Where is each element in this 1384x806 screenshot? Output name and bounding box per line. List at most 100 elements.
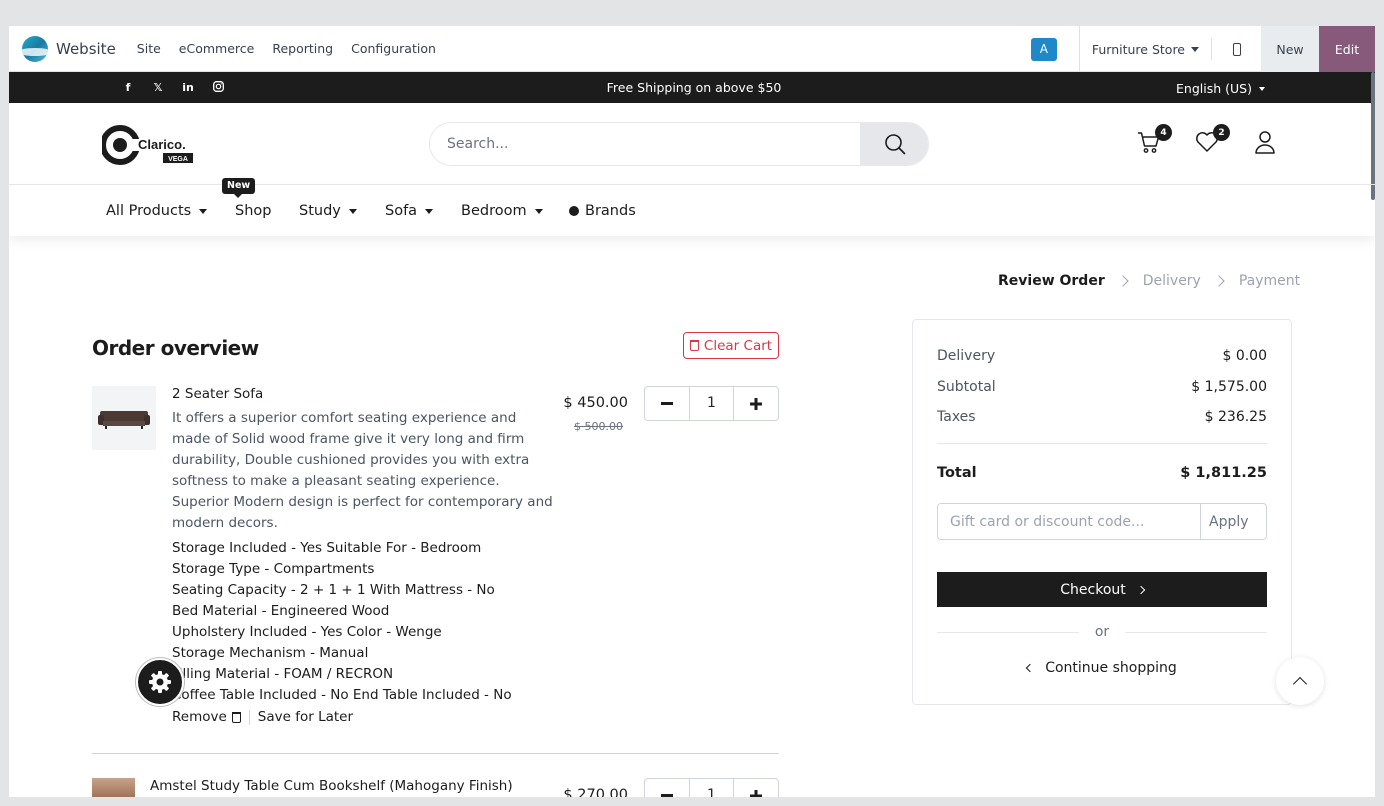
chevron-down-icon	[1258, 86, 1265, 91]
quantity-input[interactable]: 1	[689, 779, 734, 797]
new-content-button[interactable]: New	[1261, 26, 1319, 72]
product-image[interactable]	[92, 778, 135, 797]
increase-qty-button[interactable]	[734, 387, 778, 420]
decrease-qty-button[interactable]	[645, 779, 689, 797]
save-for-later-link[interactable]: Save for Later	[258, 709, 353, 725]
browser-viewport: Website Site eCommerce Reporting Configu…	[9, 26, 1375, 797]
mobile-preview-button[interactable]	[1212, 26, 1261, 72]
checkout-label: Checkout	[1060, 581, 1126, 598]
chevron-right-icon	[1136, 585, 1145, 594]
apply-button[interactable]: Apply	[1201, 504, 1266, 539]
product-name[interactable]: 2 Seater Sofa	[172, 386, 263, 402]
taxes-label: Taxes	[937, 409, 976, 425]
chevron-down-icon	[348, 208, 357, 214]
wishlist-button[interactable]: 2	[1194, 124, 1230, 157]
nav-study[interactable]: Study	[299, 203, 357, 219]
divider	[937, 631, 1079, 633]
nav-label: Study	[299, 203, 341, 219]
decrease-qty-button[interactable]	[645, 387, 689, 420]
total-value: $ 1,811.25	[1180, 465, 1267, 481]
nav-all-products[interactable]: All Products	[106, 203, 208, 219]
divider	[248, 709, 250, 725]
continue-shopping-link[interactable]: Continue shopping	[937, 660, 1267, 676]
divider	[1125, 631, 1268, 633]
clear-cart-button[interactable]: Clear Cart	[683, 332, 779, 359]
admin-menu: Site eCommerce Reporting Configuration	[128, 41, 445, 56]
menu-configuration[interactable]: Configuration	[351, 41, 436, 56]
subtotal-label: Subtotal	[937, 379, 996, 395]
nav-label: Brands	[585, 203, 636, 219]
search-input[interactable]	[430, 123, 860, 165]
back-to-top-button[interactable]	[1276, 657, 1324, 705]
divider	[92, 753, 779, 754]
product-image[interactable]	[92, 386, 156, 450]
trash-icon[interactable]	[231, 711, 241, 723]
gear-icon	[149, 671, 171, 693]
chevron-down-icon	[199, 208, 208, 214]
checkout-steps: Review Order Delivery Payment	[998, 273, 1300, 289]
step-payment: Payment	[1238, 273, 1301, 289]
cart-button[interactable]: 4	[1136, 124, 1172, 157]
increase-qty-button[interactable]	[734, 779, 778, 797]
plus-icon	[749, 397, 762, 410]
product-price: $ 450.00	[563, 395, 628, 411]
nav-shop[interactable]: Shop	[235, 203, 271, 219]
store-name: Furniture Store	[1091, 41, 1185, 57]
cart-count-badge: 4	[1155, 124, 1172, 141]
step-review-order[interactable]: Review Order	[998, 273, 1105, 289]
attribute-line: Bed Material - Engineered Wood	[172, 603, 390, 619]
search-button[interactable]	[860, 123, 928, 165]
chevron-left-icon	[1025, 663, 1035, 673]
nav-label: All Products	[106, 203, 192, 219]
store-selector[interactable]: Furniture Store	[1080, 42, 1211, 57]
clarico-logo[interactable]: Clarico. VEGA	[100, 125, 194, 165]
quantity-stepper: 1	[644, 778, 779, 797]
step-delivery: Delivery	[1142, 273, 1201, 289]
continue-label: Continue shopping	[1045, 660, 1177, 676]
delivery-row: Delivery $ 0.00	[937, 348, 1267, 364]
user-icon	[1255, 131, 1275, 154]
logo-subtext: VEGA	[168, 156, 188, 163]
free-shipping-text: Free Shipping on above $50	[606, 80, 782, 95]
product-actions: Remove Save for Later	[172, 709, 353, 725]
promo-code-input[interactable]	[938, 504, 1201, 539]
mobile-icon	[1232, 42, 1241, 56]
product-attributes: Storage Included - Yes Suitable For - Be…	[172, 538, 562, 706]
settings-button[interactable]	[136, 658, 184, 706]
language-label: English (US)	[1176, 81, 1252, 96]
account-button[interactable]	[1252, 129, 1280, 157]
language-selector[interactable]: English (US)	[1176, 81, 1265, 96]
odoo-admin-bar: Website Site eCommerce Reporting Configu…	[9, 26, 1375, 72]
menu-reporting[interactable]: Reporting	[272, 41, 333, 56]
minus-icon	[661, 793, 674, 797]
chevron-down-icon	[425, 208, 434, 214]
attribute-line: Storage Type - Compartments	[172, 561, 375, 577]
or-label: or	[1094, 624, 1110, 640]
menu-ecommerce[interactable]: eCommerce	[179, 41, 255, 56]
minus-icon	[661, 401, 674, 405]
subtotal-value: $ 1,575.00	[1191, 379, 1267, 395]
nav-sofa[interactable]: Sofa	[385, 203, 434, 219]
delivery-value: $ 0.00	[1222, 348, 1267, 364]
app-brand[interactable]: Website	[22, 35, 116, 62]
quantity-input[interactable]: 1	[689, 387, 734, 420]
remove-link[interactable]: Remove	[172, 709, 227, 725]
trash-icon	[689, 340, 699, 351]
menu-site[interactable]: Site	[137, 41, 161, 56]
chevron-down-icon	[1191, 46, 1199, 52]
promo-topbar: f 𝕏 in Free Shipping on above $50 Englis…	[9, 72, 1375, 103]
delivery-label: Delivery	[937, 348, 996, 364]
total-label: Total	[937, 465, 977, 481]
user-avatar[interactable]: A	[1030, 37, 1057, 61]
search-bar	[429, 122, 929, 166]
product-name[interactable]: Amstel Study Table Cum Bookshelf (Mahoga…	[150, 778, 513, 794]
divider	[937, 443, 1267, 444]
nav-bedroom[interactable]: Bedroom	[461, 203, 543, 219]
nav-brands[interactable]: Brands	[569, 203, 636, 219]
taxes-row: Taxes $ 236.25	[937, 409, 1267, 425]
nav-label: Bedroom	[461, 203, 527, 219]
checkout-button[interactable]: Checkout	[937, 572, 1267, 607]
promo-code-group: Apply	[937, 503, 1267, 540]
nav-label: Shop	[235, 203, 272, 219]
edit-button[interactable]: Edit	[1319, 26, 1375, 72]
